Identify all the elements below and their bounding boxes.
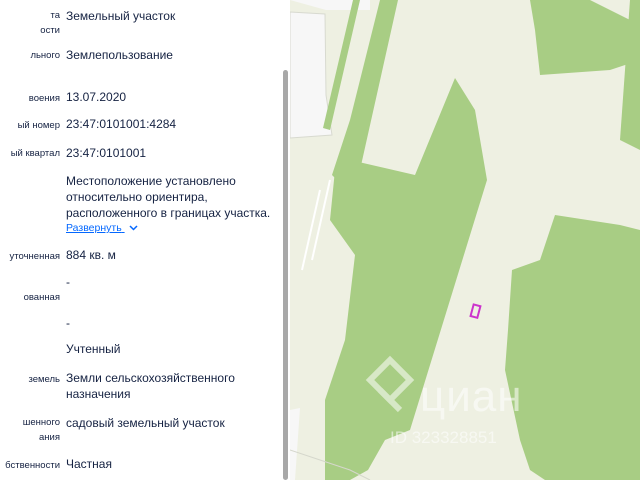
detail-value: - — [66, 275, 70, 289]
detail-label: земель — [28, 374, 60, 385]
detail-row-object-type: та ости Земельный участок — [0, 6, 280, 38]
detail-value: Землепользование — [66, 48, 173, 62]
detail-label: ый номер — [17, 120, 60, 131]
detail-row-date: воения 13.07.2020 — [0, 89, 280, 109]
detail-value: Частная — [66, 457, 112, 471]
detail-value: Учтенный — [66, 342, 121, 356]
detail-row-area: уточненная 884 кв. м — [0, 247, 280, 267]
detail-value: Земли сельскохозяйственного назначения — [66, 371, 235, 401]
detail-value: 23:47:0101001:4284 — [66, 117, 177, 131]
detail-label: бственности — [5, 460, 60, 471]
detail-row-empty: - — [0, 315, 280, 335]
detail-row-permitted-use: шенного ания садовый земельный участок — [0, 414, 280, 448]
detail-value: Земельный участок — [66, 9, 176, 23]
detail-label: уточненная — [9, 251, 60, 262]
detail-row-land-category: земель Земли сельскохозяйственного назна… — [0, 370, 280, 404]
map-view[interactable]: циан ID 323328851 — [290, 0, 640, 480]
expand-link[interactable]: Развернуть — [66, 222, 138, 234]
detail-row-location: Местоположение установлено относительно … — [0, 173, 280, 243]
watermark-id-text: ID 323328851 — [390, 428, 497, 447]
detail-row-right-type: льного Землепользование — [0, 46, 280, 66]
expand-label: Развернуть — [66, 222, 122, 234]
detail-row-ownership: бственности Частная — [0, 456, 280, 476]
detail-label: та ости — [40, 10, 60, 36]
property-details-panel: та ости Земельный участок льного Землепол… — [0, 0, 290, 480]
detail-value: 13.07.2020 — [66, 90, 127, 104]
detail-row-status: Учтенный — [0, 341, 280, 361]
detail-value: 884 кв. м — [66, 248, 116, 262]
detail-value: 23:47:0101001 — [66, 146, 147, 160]
chevron-down-icon — [129, 225, 138, 231]
detail-value: Местоположение установлено относительно … — [66, 174, 271, 220]
detail-row-cadastral-quarter: ый квартал 23:47:0101001 — [0, 145, 280, 165]
detail-value: садовый земельный участок — [66, 416, 225, 430]
scrollbar-thumb[interactable] — [283, 70, 288, 480]
detail-label: ый квартал — [10, 148, 60, 159]
detail-label: воения — [28, 93, 60, 104]
detail-row-cadastral-number: ый номер 23:47:0101001:4284 — [0, 116, 280, 136]
detail-row-declared-area: ованная - — [0, 274, 280, 304]
detail-value: - — [66, 316, 70, 330]
watermark-logo-text: циан — [420, 372, 523, 421]
detail-label: льного — [30, 50, 60, 61]
detail-label: ованная — [23, 292, 60, 303]
detail-label: шенного ания — [22, 417, 60, 443]
